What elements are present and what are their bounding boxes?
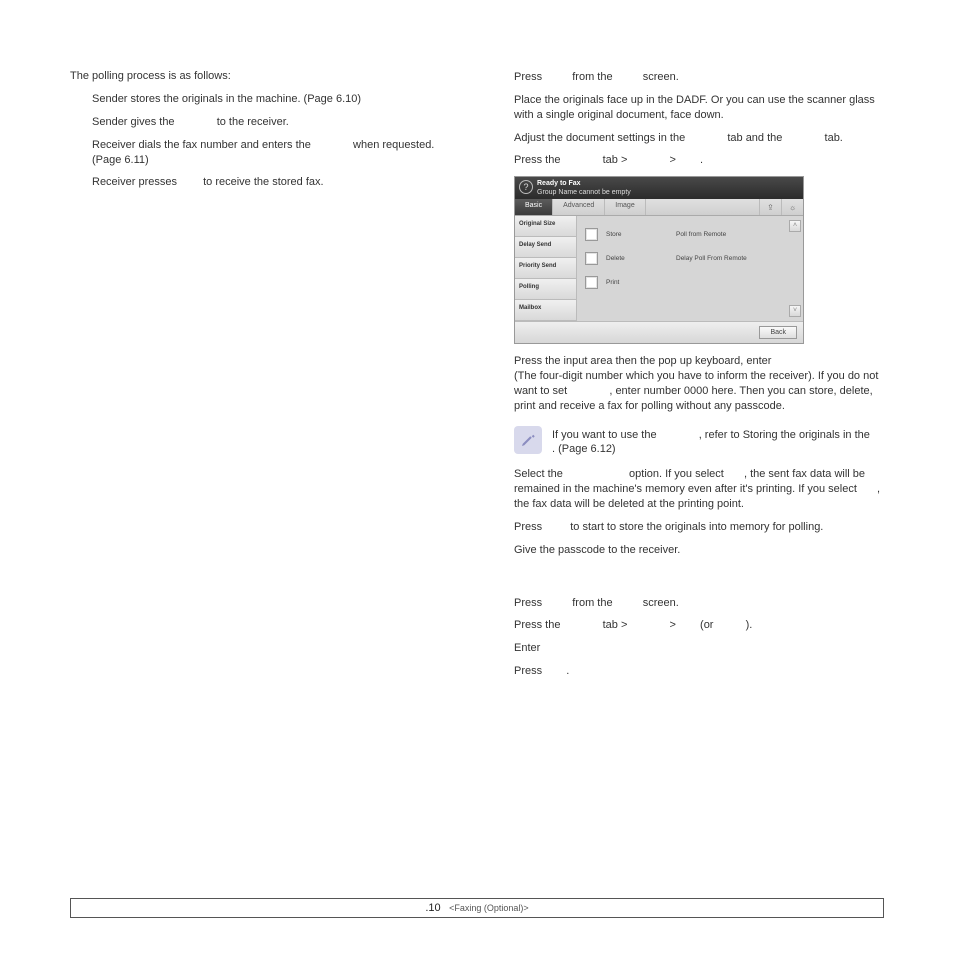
section-name: <Faxing (Optional)> — [449, 903, 529, 913]
txt: , refer to Storing the originals in the — [699, 429, 870, 441]
checkbox-store[interactable] — [585, 228, 598, 241]
opt-print: Print — [606, 279, 668, 286]
txt: screen. — [643, 71, 679, 83]
device-msg: Group Name cannot be empty — [537, 189, 797, 197]
opt-poll-remote: Poll from Remote — [676, 231, 738, 238]
step-sender-stores: Sender stores the originals in the machi… — [92, 92, 462, 107]
txt: > — [669, 154, 678, 166]
txt: tab and the — [727, 132, 785, 144]
device-main: Store Poll from Remote Delete Delay Poll… — [577, 216, 789, 321]
step-give-passcode: Give the passcode to the receiver. — [514, 543, 884, 558]
txt: Receiver presses — [92, 176, 180, 188]
txt: Press — [514, 521, 545, 533]
step-input-area: Press the input area then the pop up key… — [514, 354, 884, 413]
step2-press-tab: Press the tab > > (or ). — [514, 618, 884, 633]
info-note: If you want to use the , refer to Storin… — [514, 426, 884, 458]
txt: Press the input area then the pop up key… — [514, 355, 771, 367]
step-receiver-presses: Receiver presses to receive the stored f… — [92, 175, 462, 190]
share-icon[interactable]: ⇪ — [759, 199, 781, 215]
device-screenshot: ? Ready to Fax Group Name cannot be empt… — [514, 176, 804, 344]
tab-advanced[interactable]: Advanced — [553, 199, 605, 215]
step2-press: Press . — [514, 664, 884, 679]
back-button[interactable]: Back — [759, 326, 797, 339]
scroll-arrows: ˄ ˅ — [789, 216, 803, 321]
txt: from the — [572, 71, 615, 83]
step-press-tab: Press the tab > > . — [514, 153, 884, 168]
txt: Press the — [514, 619, 564, 631]
step2-press-from: Press from the screen. — [514, 596, 884, 611]
opt-store: Store — [606, 231, 668, 238]
page-number: .10 — [425, 902, 440, 914]
opt-delay-poll: Delay Poll From Remote — [676, 255, 756, 262]
step2-enter: Enter — [514, 641, 884, 656]
txt: If you want to use the — [552, 429, 660, 441]
device-tabs: Basic Advanced Image ⇪ ☼ — [515, 199, 803, 216]
txt: . — [566, 665, 569, 677]
step-receiver-dials: Receiver dials the fax number and enters… — [92, 138, 462, 168]
page-footer: .10 <Faxing (Optional)> — [70, 898, 884, 918]
step-press-store: Press to start to store the originals in… — [514, 520, 884, 535]
txt: to the receiver. — [217, 116, 289, 128]
sidebar-polling[interactable]: Polling — [515, 279, 576, 300]
txt: Adjust the document settings in the — [514, 132, 688, 144]
txt: Press — [514, 71, 545, 83]
step-place-originals: Place the originals face up in the DADF.… — [514, 93, 884, 123]
txt: option. If you select — [629, 468, 727, 480]
sidebar-original-size[interactable]: Original Size — [515, 216, 576, 237]
help-icon: ? — [519, 180, 533, 194]
txt: Sender gives the — [92, 116, 178, 128]
left-column: The polling process is as follows: Sende… — [70, 70, 462, 687]
txt: tab. — [825, 132, 843, 144]
txt: > — [669, 619, 678, 631]
step-select-option: Select the option. If you select , the s… — [514, 467, 884, 512]
device-header: ? Ready to Fax Group Name cannot be empt… — [515, 177, 803, 199]
txt: . (Page 6.12) — [552, 443, 616, 455]
step-adjust: Adjust the document settings in the tab … — [514, 131, 884, 146]
step-press-from: Press from the screen. — [514, 70, 884, 85]
step-sender-gives: Sender gives the to the receiver. — [92, 115, 462, 130]
note-icon — [514, 426, 542, 454]
checkbox-print[interactable] — [585, 276, 598, 289]
intro-text: The polling process is as follows: — [70, 70, 462, 82]
txt: tab > — [603, 619, 631, 631]
txt: to receive the stored fax. — [203, 176, 323, 188]
tab-image[interactable]: Image — [605, 199, 645, 215]
txt: screen. — [643, 597, 679, 609]
txt: (or — [700, 619, 717, 631]
txt: Press the — [514, 154, 564, 166]
txt: Select the — [514, 468, 566, 480]
txt: Press — [514, 665, 545, 677]
txt: . — [700, 154, 703, 166]
device-sidebar: Original Size Delay Send Priority Send P… — [515, 216, 577, 321]
sidebar-delay-send[interactable]: Delay Send — [515, 237, 576, 258]
sidebar-mailbox[interactable]: Mailbox — [515, 300, 576, 321]
device-status: Ready to Fax — [537, 180, 797, 188]
txt: Press — [514, 597, 545, 609]
tab-basic[interactable]: Basic — [515, 199, 553, 215]
txt: from the — [572, 597, 615, 609]
txt: to start to store the originals into mem… — [570, 521, 823, 533]
note-text: If you want to use the , refer to Storin… — [552, 426, 870, 458]
txt: Receiver dials the fax number and enters… — [92, 139, 314, 151]
txt: ). — [746, 619, 753, 631]
checkbox-delete[interactable] — [585, 252, 598, 265]
txt: tab > — [603, 154, 631, 166]
settings-icon[interactable]: ☼ — [781, 199, 803, 215]
arrow-down-icon[interactable]: ˅ — [789, 305, 801, 317]
sidebar-priority-send[interactable]: Priority Send — [515, 258, 576, 279]
opt-delete: Delete — [606, 255, 668, 262]
arrow-up-icon[interactable]: ˄ — [789, 220, 801, 232]
right-column: Press from the screen. Place the origina… — [492, 70, 884, 687]
